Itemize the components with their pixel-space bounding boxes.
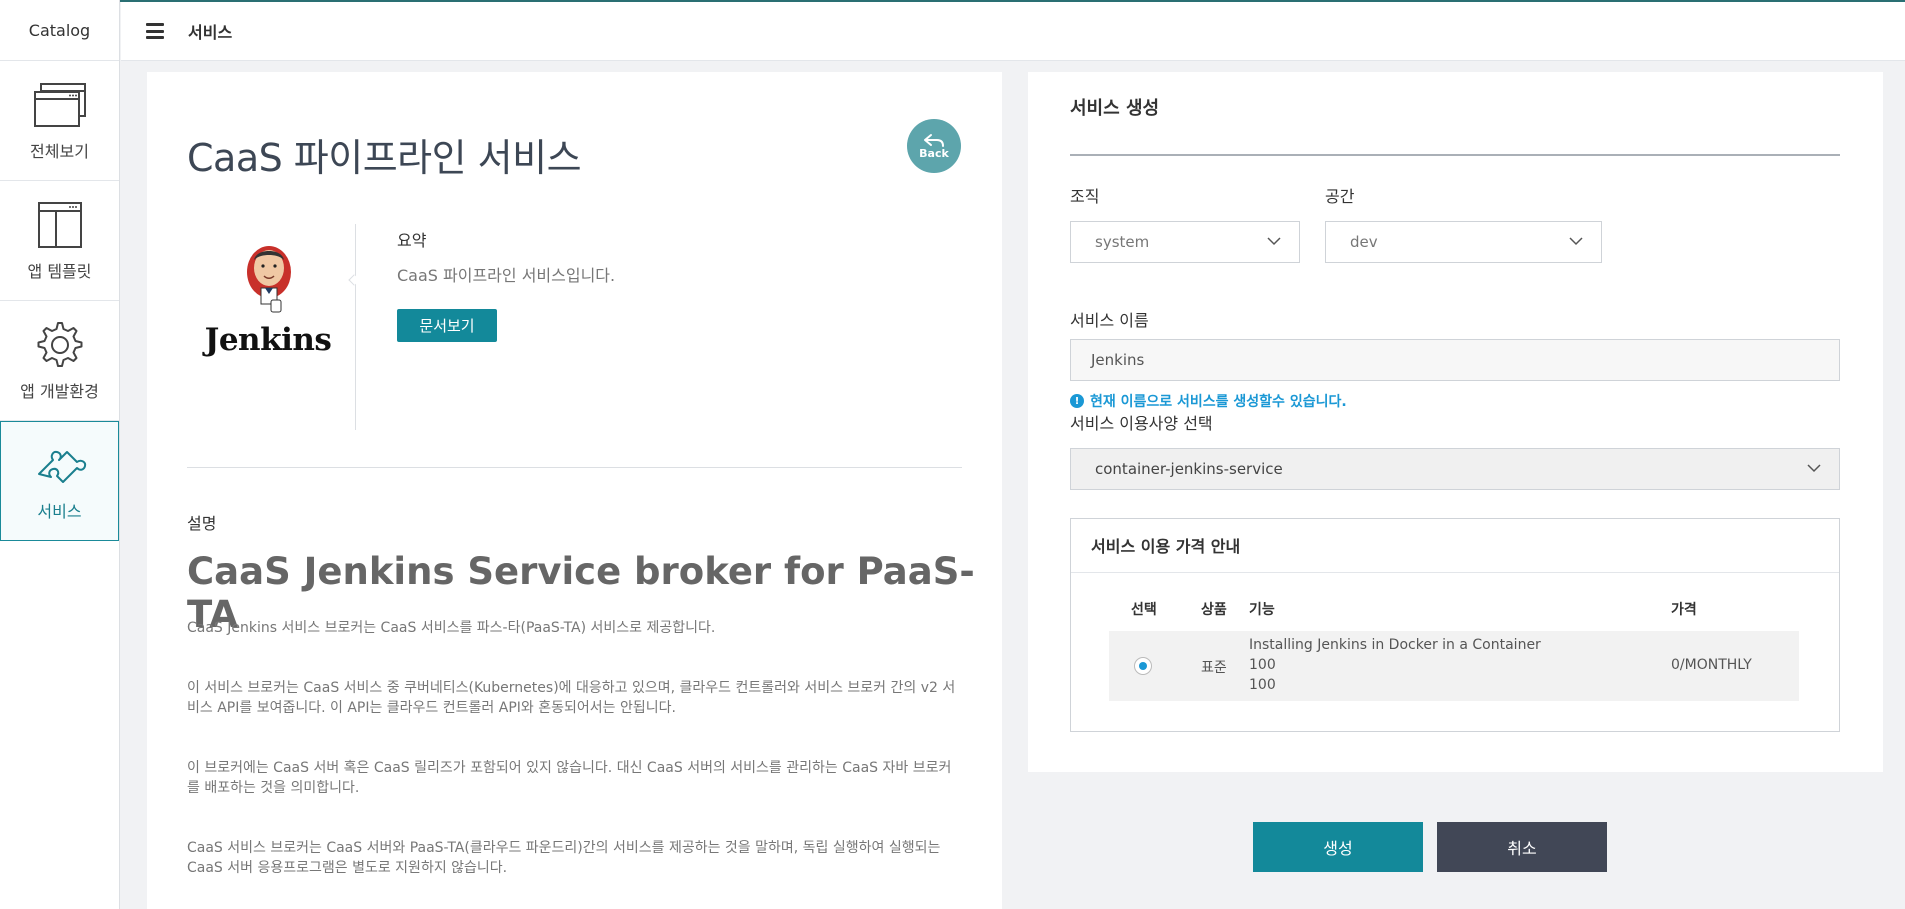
gear-icon bbox=[32, 320, 88, 370]
divider bbox=[1070, 154, 1840, 156]
description-paragraph: 이 서비스 브로커는 CaaS 서비스 중 쿠버네티스(Kubernetes)에… bbox=[187, 680, 956, 716]
create-button[interactable]: 생성 bbox=[1253, 822, 1423, 872]
service-detail-panel: CaaS 파이프라인 서비스 Back Jenkins 요약 CaaS 파이프라… bbox=[147, 72, 1002, 909]
plan-label: 서비스 이용사양 선택 bbox=[1070, 414, 1213, 433]
sidebar-item-label: 전체보기 bbox=[30, 141, 89, 161]
divider bbox=[1071, 572, 1839, 573]
sidebar-item-service[interactable]: 서비스 bbox=[0, 421, 119, 541]
space-select[interactable]: dev bbox=[1325, 221, 1602, 263]
column-header-price: 가격 bbox=[1671, 602, 1697, 618]
chevron-down-icon bbox=[1267, 237, 1281, 246]
menu-icon[interactable] bbox=[146, 23, 164, 39]
description-label: 설명 bbox=[187, 514, 217, 533]
sidebar-item-dev-env[interactable]: 앱 개발환경 bbox=[0, 301, 119, 421]
info-icon: ! bbox=[1070, 394, 1084, 408]
name-hint-text: 현재 이름으로 서비스를 생성할수 있습니다. bbox=[1090, 394, 1347, 410]
description-paragraph: CaaS 서비스 브로커는 CaaS 서버와 PaaS-TA(클라우드 파운드리… bbox=[187, 840, 941, 876]
sidebar-item-label: 앱 개발환경 bbox=[20, 381, 99, 401]
column-header-select: 선택 bbox=[1131, 602, 1157, 618]
back-label: Back bbox=[919, 146, 949, 160]
jenkins-logo: Jenkins bbox=[203, 232, 333, 362]
divider bbox=[187, 467, 962, 468]
chevron-down-icon bbox=[1807, 464, 1821, 473]
name-hint: ! 현재 이름으로 서비스를 생성할수 있습니다. bbox=[1070, 391, 1347, 411]
service-title: CaaS 파이프라인 서비스 bbox=[187, 136, 582, 180]
divider bbox=[355, 224, 356, 430]
description-paragraph: 이 브로커에는 CaaS 서버 혹은 CaaS 릴리즈가 포함되어 있지 않습니… bbox=[187, 760, 952, 796]
feature-line: Installing Jenkins in Docker in a Contai… bbox=[1249, 637, 1541, 653]
sidebar-item-label: 앱 템플릿 bbox=[27, 261, 92, 281]
column-header-product: 상품 bbox=[1201, 602, 1227, 618]
service-name-value: Jenkins bbox=[1091, 351, 1145, 369]
sidebar-brand[interactable]: Catalog bbox=[0, 0, 119, 61]
feature-line: 100 bbox=[1249, 677, 1276, 693]
space-label: 공간 bbox=[1325, 187, 1355, 206]
summary-label: 요약 bbox=[397, 231, 427, 250]
plan-radio[interactable] bbox=[1134, 657, 1152, 675]
docs-button[interactable]: 문서보기 bbox=[397, 309, 497, 342]
description-paragraph: CaaS Jenkins 서비스 브로커는 CaaS 서비스를 파스-타(Paa… bbox=[187, 620, 716, 636]
logo-text: Jenkins bbox=[204, 322, 332, 358]
space-select-value: dev bbox=[1350, 233, 1378, 251]
page-title: 서비스 bbox=[188, 23, 233, 42]
plan-select[interactable]: container-jenkins-service bbox=[1070, 448, 1840, 490]
summary-text: CaaS 파이프라인 서비스입니다. bbox=[397, 266, 616, 285]
table-row[interactable]: 표준 Installing Jenkins in Docker in a Con… bbox=[1109, 631, 1799, 701]
org-select[interactable]: system bbox=[1070, 221, 1300, 263]
window-icon bbox=[32, 80, 88, 130]
layout-icon bbox=[32, 200, 88, 250]
service-name-input[interactable]: Jenkins bbox=[1070, 339, 1840, 381]
product-cell: 표준 bbox=[1201, 660, 1227, 676]
org-select-value: system bbox=[1095, 233, 1150, 251]
service-create-panel: 서비스 생성 조직 system 공간 dev 서비스 이름 Jenkins !… bbox=[1028, 72, 1883, 772]
back-button[interactable]: Back bbox=[907, 119, 961, 173]
sidebar-item-all[interactable]: 전체보기 bbox=[0, 61, 119, 181]
divider-notch bbox=[348, 274, 360, 286]
create-title: 서비스 생성 bbox=[1070, 98, 1160, 119]
plan-select-value: container-jenkins-service bbox=[1095, 460, 1283, 478]
pricing-box: 서비스 이용 가격 안내 선택 상품 기능 가격 표준 Installing J… bbox=[1070, 518, 1840, 732]
cancel-button[interactable]: 취소 bbox=[1437, 822, 1607, 872]
service-name-label: 서비스 이름 bbox=[1070, 311, 1149, 330]
sidebar-item-app-template[interactable]: 앱 템플릿 bbox=[0, 181, 119, 301]
top-header: 서비스 bbox=[121, 2, 1905, 61]
jenkins-mascot-icon bbox=[247, 246, 291, 313]
puzzle-icon bbox=[32, 440, 88, 490]
org-label: 조직 bbox=[1070, 187, 1100, 206]
sidebar: Catalog 전체보기 앱 템플릿 앱 개발환경 서비스 bbox=[0, 0, 120, 909]
column-header-feature: 기능 bbox=[1249, 602, 1275, 618]
pricing-title: 서비스 이용 가격 안내 bbox=[1091, 537, 1241, 556]
feature-line: 100 bbox=[1249, 657, 1276, 673]
sidebar-item-label: 서비스 bbox=[37, 502, 82, 521]
price-cell: 0/MONTHLY bbox=[1671, 657, 1752, 673]
chevron-down-icon bbox=[1569, 237, 1583, 246]
